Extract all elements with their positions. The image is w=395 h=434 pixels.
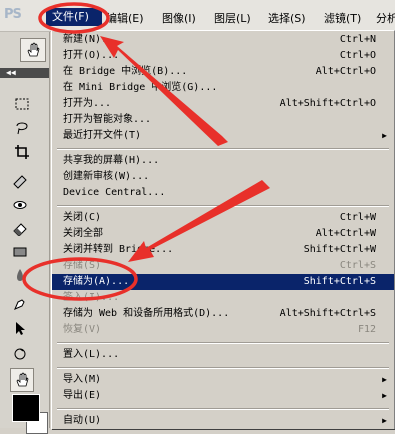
menu-item-open-as-smart-object[interactable]: 打开为智能对象... [52, 112, 394, 128]
hand-tool-icon[interactable] [10, 368, 34, 392]
menu-item-create-new-review[interactable]: 创建新审核(W)... [52, 169, 394, 185]
lasso-tool-icon[interactable] [12, 118, 32, 138]
tools-panel: ◀◀ [0, 32, 50, 434]
menu-image[interactable]: 图像(I) [162, 10, 196, 26]
hand-tool-icon[interactable] [20, 38, 46, 62]
menu-separator [52, 201, 394, 210]
menu-item-close-and-go-to-bridge[interactable]: 关闭并转到 Bridge... Shift+Ctrl+W [52, 242, 394, 258]
eye-tool-icon[interactable] [10, 195, 30, 215]
crop-tool-icon[interactable] [12, 142, 32, 162]
file-menu-dropdown: 新建(N)... Ctrl+N 打开(O)... Ctrl+O 在 Bridge 中… [51, 30, 395, 429]
menu-edit[interactable]: 编辑(E) [106, 10, 144, 26]
menu-item-close[interactable]: 关闭(C) Ctrl+W [52, 210, 394, 226]
menu-item-save-as[interactable]: 存储为(A)... Shift+Ctrl+S [52, 274, 394, 290]
menu-item-share-my-screen[interactable]: 共享我的屏幕(H)... [52, 153, 394, 169]
menu-item-save-for-web[interactable]: 存储为 Web 和设备所用格式(D)... Alt+Shift+Ctrl+S [52, 306, 394, 322]
menu-item-automate[interactable]: 自动(U) ▶ [52, 413, 394, 429]
menu-item-check-in[interactable]: 签入(I)... [52, 290, 394, 306]
blur-tool-icon[interactable] [10, 265, 30, 285]
menu-item-open[interactable]: 打开(O)... Ctrl+O [52, 48, 394, 64]
menu-item-new[interactable]: 新建(N)... Ctrl+N [52, 32, 394, 48]
menu-filter[interactable]: 滤镜(T) [324, 10, 361, 26]
rotate-view-tool-icon[interactable] [10, 344, 30, 364]
menu-item-export[interactable]: 导出(E) ▶ [52, 388, 394, 404]
gradient-tool-icon[interactable] [10, 242, 30, 262]
collapse-arrows-icon[interactable]: ◀◀ [6, 68, 16, 77]
menu-analysis[interactable]: 分析 [376, 10, 395, 26]
menu-item-revert[interactable]: 恢复(V) F12 [52, 322, 394, 338]
healing-brush-tool-icon[interactable] [10, 172, 30, 192]
menu-item-browse-in-bridge[interactable]: 在 Bridge 中浏览(B)... Alt+Ctrl+O [52, 64, 394, 80]
menu-item-open-as[interactable]: 打开为... Alt+Shift+Ctrl+O [52, 96, 394, 112]
menu-item-device-central[interactable]: Device Central... [52, 185, 394, 201]
menu-separator [52, 404, 394, 413]
eraser-tool-icon[interactable] [10, 218, 30, 238]
menu-item-save[interactable]: 存储(S) Ctrl+S [52, 258, 394, 274]
menu-layer[interactable]: 图层(L) [214, 10, 251, 26]
menu-item-close-all[interactable]: 关闭全部 Alt+Ctrl+W [52, 226, 394, 242]
path-selection-tool-icon[interactable] [10, 318, 30, 338]
foreground-color-swatch[interactable] [12, 394, 40, 422]
menu-file[interactable]: 文件(F) [46, 8, 102, 26]
menu-separator [52, 144, 394, 153]
menu-item-open-recent[interactable]: 最近打开文件(T) ▶ [52, 128, 394, 144]
photoshop-logo: PS [4, 7, 22, 22]
submenu-arrow-icon: ▶ [382, 131, 387, 140]
submenu-arrow-icon: ▶ [382, 375, 387, 384]
menu-item-place[interactable]: 置入(L)... [52, 347, 394, 363]
marquee-tool-icon[interactable] [12, 94, 32, 114]
menu-item-import[interactable]: 导入(M) ▶ [52, 372, 394, 388]
menu-bar: PS 文件(F) 编辑(E) 图像(I) 图层(L) 选择(S) 滤镜(T) 分… [0, 0, 395, 32]
menu-item-browse-in-mini-bridge[interactable]: 在 Mini Bridge 中浏览(G)... [52, 80, 394, 96]
menu-select[interactable]: 选择(S) [268, 10, 306, 26]
pen-tool-icon[interactable] [10, 294, 30, 314]
menu-separator [52, 363, 394, 372]
submenu-arrow-icon: ▶ [382, 416, 387, 425]
menu-separator [52, 338, 394, 347]
submenu-arrow-icon: ▶ [382, 391, 387, 400]
